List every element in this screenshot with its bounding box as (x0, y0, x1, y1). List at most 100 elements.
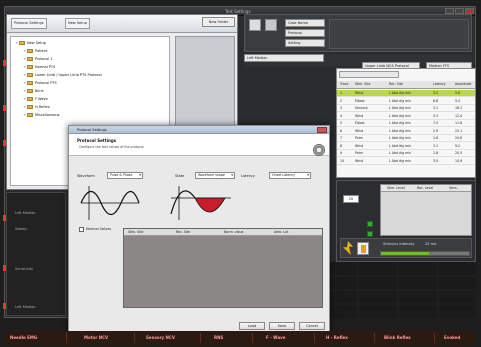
table-cell: L Abd dig min (389, 91, 411, 95)
normal-values-label: Normal Values (86, 227, 112, 231)
table-row[interactable]: 5 Elbow L Abd dig min 7.0 11.8 (337, 120, 475, 127)
tree-item-label: Protocol PTS (35, 81, 57, 85)
up-arrow-icon[interactable] (367, 221, 373, 227)
tree-item[interactable]: + Normal PTS (23, 63, 55, 71)
dialog-title-bar: Protocol Settings (69, 126, 329, 134)
dialog-close-button[interactable] (317, 127, 327, 133)
protocol-settings-button[interactable]: Protocol Settings (11, 18, 47, 29)
test-type-bar: Needle EMG Motor NCV Sensory NCV RNS F -… (4, 331, 476, 345)
tree-item[interactable]: + F-Wave (23, 95, 48, 103)
normal-values-checkbox[interactable] (79, 227, 84, 232)
tree-item[interactable]: + H-Reflex (23, 103, 50, 111)
normal-values-table[interactable]: Stim. Site Rec. Site Norm. value Amb. La… (123, 228, 323, 308)
tree-item[interactable]: + Blink (23, 87, 44, 95)
tree-item-label: Lower Limb / Upper Limb PTS Protocol (35, 73, 102, 77)
setting-field[interactable]: Setting (285, 39, 325, 47)
new-setup-button[interactable]: New Setup (65, 18, 90, 29)
load-button[interactable]: Load (239, 322, 265, 330)
tab-rns[interactable]: RNS (214, 331, 223, 345)
button-label: New Setup (68, 21, 87, 25)
waveform-label: Waveform (77, 174, 95, 178)
tree-item-label: New Setup (27, 41, 46, 45)
dialog-header: Protocol Settings Configure the test val… (69, 134, 329, 156)
folder-icon (27, 57, 33, 61)
table-cell: 12.4 (455, 113, 463, 118)
table-cell: 1.8 (433, 151, 439, 155)
side-selector[interactable]: Left Median (244, 54, 324, 62)
table-cell: Palm (355, 151, 363, 155)
gear-icon (313, 144, 325, 156)
down-arrow-icon[interactable] (367, 231, 373, 237)
protocol-settings-dialog: Protocol Settings Protocol Settings Conf… (68, 125, 330, 333)
table-cell: Sensory (355, 106, 368, 110)
tree-item[interactable]: + Protocol 1 (23, 55, 52, 63)
table-row[interactable]: 3 Sensory L Abd dig min 3.1 18.2 (337, 105, 475, 112)
waveform-select[interactable]: Pulse & Phase (107, 172, 143, 179)
table-row[interactable]: 9 Palm L Abd dig min 1.8 20.5 (337, 150, 475, 157)
table-cell: L Abd dig min (389, 136, 411, 140)
table-cell: 7 (340, 136, 343, 140)
latency-label: Latency (241, 174, 255, 178)
tab-h-reflex[interactable]: H - Reflex (326, 331, 348, 345)
table-filter[interactable] (339, 71, 399, 78)
tab-evoked[interactable]: Evoked (444, 331, 460, 345)
tab-motor-ncv[interactable]: Motor NCV (84, 331, 108, 345)
stimulus-progress (380, 251, 470, 256)
level-header: Stim. Level Rec. Level Sens. (381, 185, 471, 192)
table-cell: Elbow (355, 121, 365, 125)
upper-toolbar: Case Name Protocol Setting (244, 14, 472, 52)
lightning-icon[interactable] (343, 241, 353, 255)
document-icon[interactable] (265, 19, 277, 31)
table-row[interactable]: 7 Palm L Abd dig min 1.6 24.6 (337, 135, 475, 142)
tab-needle-emg[interactable]: Needle EMG (10, 331, 37, 345)
folder-icon (27, 73, 33, 77)
table-row[interactable]: 10 Wrist L Abd dig min 3.0 14.9 (337, 158, 475, 165)
table-cell: 2 (340, 98, 343, 103)
case-name-field[interactable]: Case Name (285, 19, 325, 27)
folder-toolbar: Protocol Settings New Setup New Folder (7, 15, 237, 33)
tab-blink-reflex[interactable]: Blink Reflex (384, 331, 411, 345)
table-row[interactable]: 1 Wrist L Abd dig min 3.2 5.8 (337, 90, 475, 97)
cancel-button[interactable]: Cancel (299, 322, 325, 330)
folder-icon (19, 41, 25, 45)
channel-label: Left Median (15, 305, 36, 309)
tree-item-label: H-Reflex (35, 105, 50, 109)
table-cell: 8 (340, 143, 343, 148)
phase-wave-icon (170, 186, 231, 220)
table-cell: 9 (340, 151, 343, 155)
table-cell: Elbow (355, 98, 365, 103)
box-value[interactable]: 20 (343, 195, 359, 203)
protocol-field[interactable]: Protocol (285, 29, 325, 37)
table-row[interactable]: 8 Wrist L Abd dig min 3.1 9.2 (337, 143, 475, 150)
column-header: Amplitude (455, 82, 472, 86)
latency-select[interactable]: Onset Latency (269, 172, 311, 179)
separator (434, 333, 435, 343)
save-button[interactable]: Save (269, 322, 295, 330)
column-header: Rec. Site (176, 230, 190, 234)
progress-fill (381, 252, 430, 255)
tree-item[interactable]: + Protocol PTS (23, 79, 57, 87)
tab-f-wave[interactable]: F - Wave (266, 331, 285, 345)
trace-table: Trace Stim. Site Rec. Site Latency Ampli… (336, 68, 476, 178)
table-cell: 3.3 (433, 113, 439, 118)
tree-item[interactable]: + New Setup (15, 39, 46, 47)
table-cell: 3.2 (433, 91, 439, 95)
tree-item[interactable]: + Miscellaneous (23, 111, 60, 119)
table-row[interactable]: 2 Elbow L Abd dig min 6.8 5.4 (337, 98, 475, 105)
channel-label: Left Median (15, 211, 36, 215)
table-row[interactable]: 4 Wrist L Abd dig min 3.3 12.4 (337, 113, 475, 120)
state-select[interactable]: Waveform shape (195, 172, 235, 179)
patient-icon[interactable] (249, 19, 261, 31)
separator (134, 333, 135, 343)
tree-item[interactable]: + Patient (23, 47, 47, 55)
new-folder-button[interactable]: New Folder (202, 17, 235, 27)
column-header: Rec. Site (389, 82, 403, 86)
stim-toggle-fill (361, 245, 366, 253)
table-row[interactable]: 6 Wrist L Abd dig min 2.9 22.1 (337, 128, 475, 135)
table-cell: 3.1 (433, 143, 439, 148)
table-cell: 6.8 (433, 98, 439, 103)
tab-sensory-ncv[interactable]: Sensory NCV (146, 331, 175, 345)
folder-icon (27, 105, 33, 109)
tree-item[interactable]: + Lower Limb / Upper Limb PTS Protocol (23, 71, 102, 79)
stim-toggle-icon[interactable] (357, 242, 369, 255)
